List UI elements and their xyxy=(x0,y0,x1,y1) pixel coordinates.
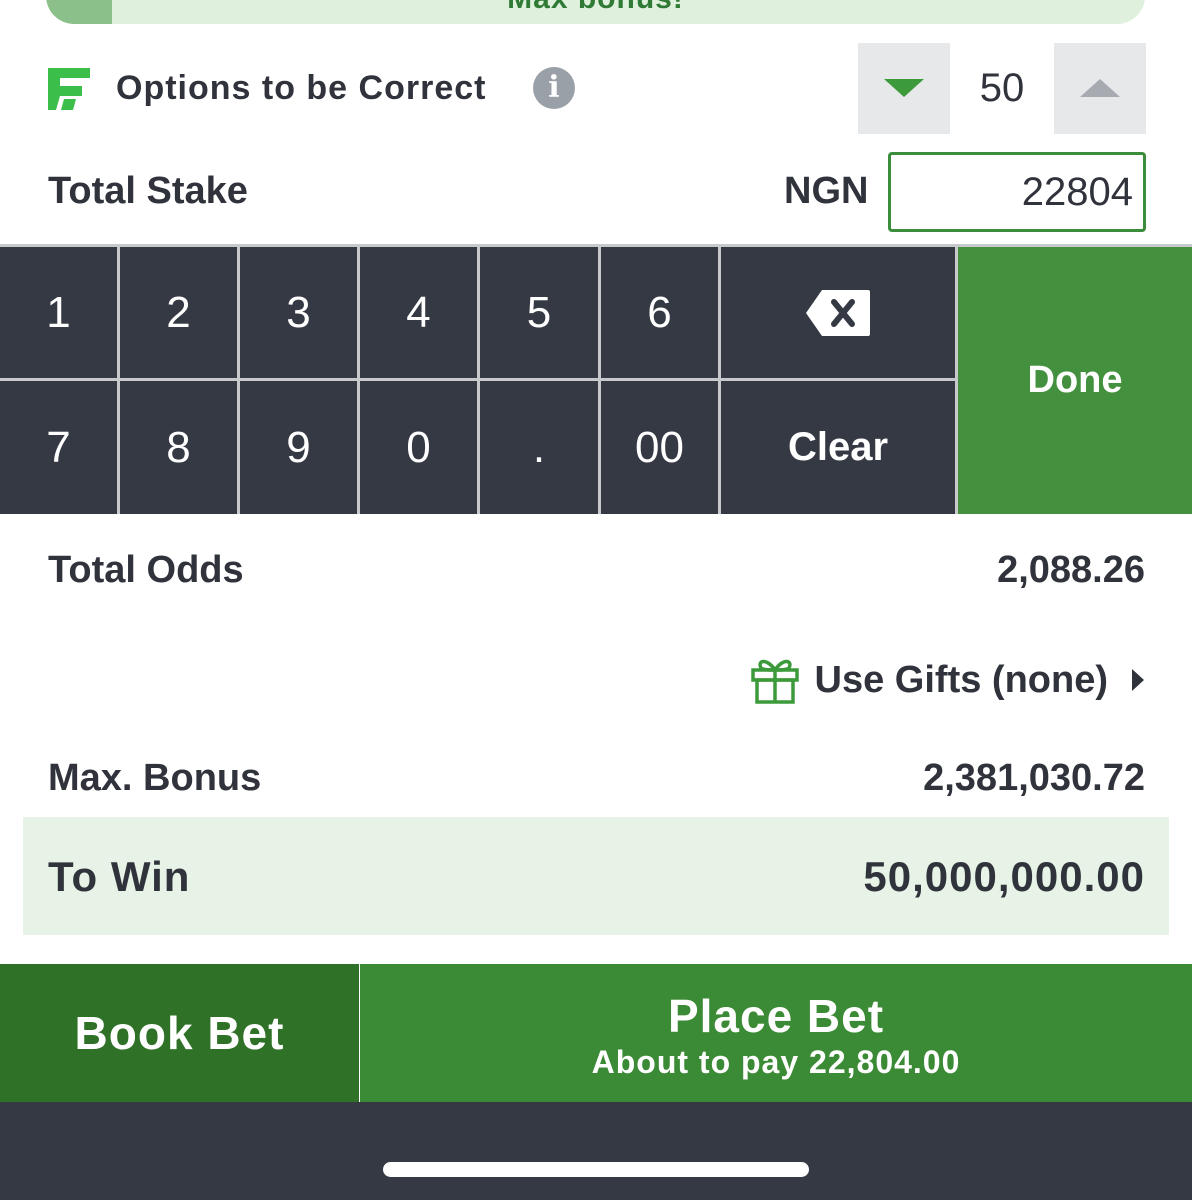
use-gifts-button[interactable]: Use Gifts (none) xyxy=(749,652,1146,708)
options-increment-button[interactable] xyxy=(1054,43,1146,134)
total-stake-label: Total Stake xyxy=(48,170,248,212)
stake-input[interactable] xyxy=(888,152,1146,232)
key-4[interactable]: 4 xyxy=(360,247,477,378)
total-odds-label: Total Odds xyxy=(48,549,244,591)
key-3[interactable]: 3 xyxy=(240,247,357,378)
key-decimal[interactable]: . xyxy=(480,381,598,514)
caret-up-icon xyxy=(1080,79,1120,97)
max-bonus-value: 2,381,030.72 xyxy=(923,757,1145,799)
key-0[interactable]: 0 xyxy=(360,381,477,514)
gift-icon xyxy=(750,659,799,704)
clear-button[interactable]: Clear xyxy=(721,381,955,514)
max-bonus-banner[interactable]: Max bonus! xyxy=(46,0,1145,24)
options-decrement-button[interactable] xyxy=(858,43,950,134)
to-win-row: To Win 50,000,000.00 xyxy=(23,817,1169,935)
use-gifts-label: Use Gifts (none) xyxy=(814,658,1108,701)
numeric-keypad: 1 2 3 4 5 6 7 8 9 0 . 00 Clear Done xyxy=(0,244,1192,514)
caret-down-icon xyxy=(884,79,924,97)
currency-label: NGN xyxy=(784,170,869,212)
total-odds-value: 2,088.26 xyxy=(997,549,1145,591)
done-button[interactable]: Done xyxy=(958,247,1192,514)
home-indicator[interactable] xyxy=(383,1162,809,1177)
place-bet-label: Place Bet xyxy=(667,990,885,1042)
key-1[interactable]: 1 xyxy=(0,247,117,378)
key-5[interactable]: 5 xyxy=(480,247,598,378)
key-6[interactable]: 6 xyxy=(601,247,718,378)
key-8[interactable]: 8 xyxy=(120,381,237,514)
key-9[interactable]: 9 xyxy=(240,381,357,514)
to-win-value: 50,000,000.00 xyxy=(863,853,1145,900)
backspace-button[interactable] xyxy=(721,247,955,378)
max-bonus-label: Max. Bonus xyxy=(48,757,262,799)
chevron-right-icon xyxy=(1132,669,1144,691)
backspace-icon xyxy=(806,289,870,336)
max-bonus-banner-text: Max bonus! xyxy=(46,0,1145,16)
key-2[interactable]: 2 xyxy=(120,247,237,378)
place-bet-button[interactable]: Place Bet About to pay 22,804.00 xyxy=(360,964,1192,1102)
about-to-pay-text: About to pay 22,804.00 xyxy=(591,1044,961,1080)
options-to-be-correct-label: Options to be Correct xyxy=(116,69,487,107)
options-value: 50 xyxy=(979,66,1025,110)
info-icon[interactable]: i xyxy=(533,67,575,109)
flex-logo-icon xyxy=(48,68,90,110)
to-win-label: To Win xyxy=(48,853,191,900)
home-bar-area xyxy=(0,1102,1192,1200)
book-bet-button[interactable]: Book Bet xyxy=(0,964,359,1102)
key-7[interactable]: 7 xyxy=(0,381,117,514)
key-double-zero[interactable]: 00 xyxy=(601,381,718,514)
